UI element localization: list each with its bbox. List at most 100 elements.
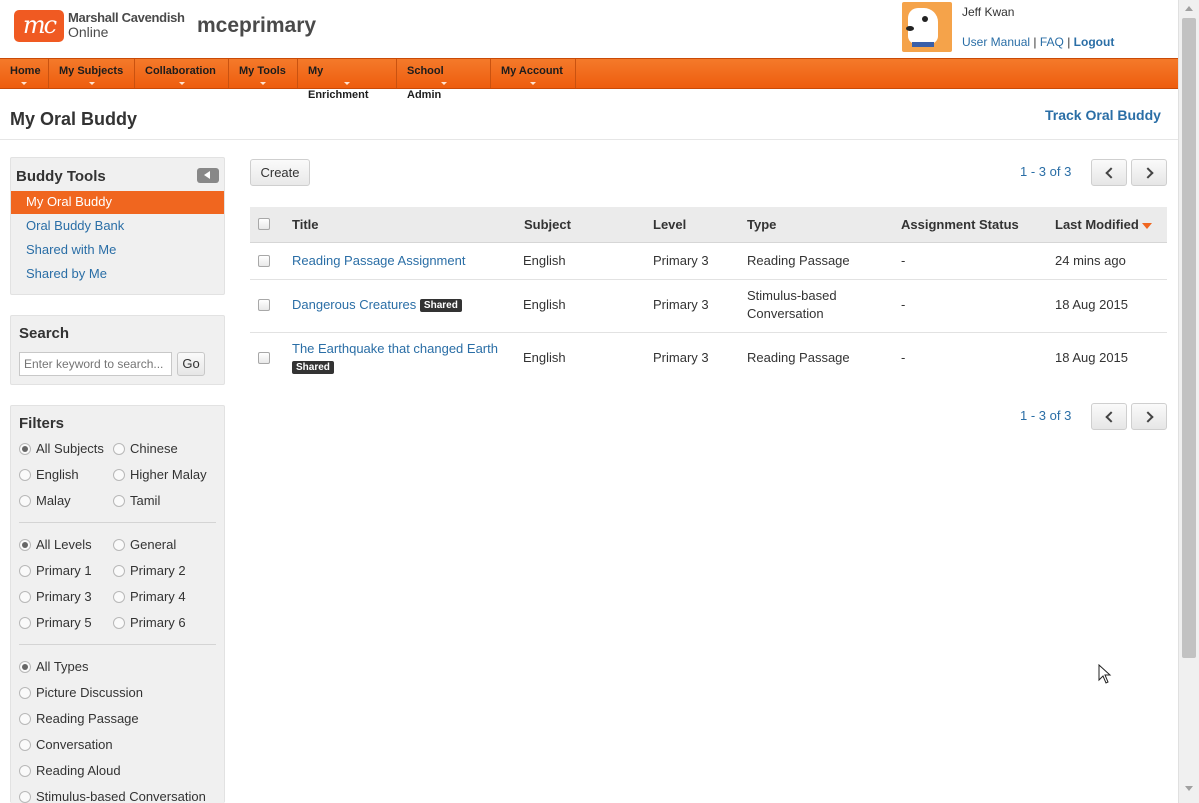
filter-level-primary-4[interactable]: Primary 4 [113, 589, 186, 605]
scroll-down-icon[interactable] [1185, 786, 1193, 791]
filter-subject-malay[interactable]: Malay [19, 493, 71, 509]
row-level: Primary 3 [653, 253, 709, 268]
brand-name[interactable]: Marshall Cavendish Online [68, 11, 185, 40]
row-title-link[interactable]: Dangerous Creatures [292, 297, 416, 312]
nav-collaboration[interactable]: Collaboration [135, 59, 229, 88]
nav-my-tools[interactable]: My Tools [229, 59, 298, 88]
row-subject: English [523, 350, 566, 365]
filter-type-reading-aloud[interactable]: Reading Aloud [19, 763, 121, 779]
prev-page-button-top[interactable] [1091, 159, 1127, 186]
filter-level-primary-1[interactable]: Primary 1 [19, 563, 92, 579]
filter-type-reading-passage[interactable]: Reading Passage [19, 711, 139, 727]
column-assignment-status[interactable]: Assignment Status [901, 217, 1019, 232]
filter-level-general[interactable]: General [113, 537, 176, 553]
sidebar-item-shared-by-me[interactable]: Shared by Me [11, 263, 224, 286]
row-status: - [901, 297, 906, 312]
next-page-button-bottom[interactable] [1131, 403, 1167, 430]
radio-icon [113, 591, 125, 603]
search-input[interactable] [19, 352, 172, 376]
radio-icon [113, 617, 125, 629]
column-title[interactable]: Title [292, 217, 319, 232]
divider [0, 139, 1178, 140]
filter-subject-all[interactable]: All Subjects [19, 441, 104, 457]
sidebar-item-my-oral-buddy[interactable]: My Oral Buddy [11, 191, 224, 214]
filter-label: Higher Malay [130, 467, 207, 482]
select-all-checkbox[interactable] [258, 218, 270, 230]
nav-school-admin[interactable]: School Admin [397, 59, 491, 101]
filter-subject-english[interactable]: English [19, 467, 79, 483]
filter-label: Stimulus-based Conversation [36, 789, 206, 803]
filter-level-primary-5[interactable]: Primary 5 [19, 615, 92, 631]
buddy-tools-panel: Buddy Tools My Oral Buddy Oral Buddy Ban… [10, 157, 225, 295]
page-scrollbar[interactable] [1178, 0, 1199, 803]
row-title-link[interactable]: Reading Passage Assignment [292, 252, 465, 270]
site-name: mceprimary [197, 14, 317, 37]
row-status: - [901, 350, 906, 365]
filter-label: Primary 3 [36, 589, 92, 604]
row-title-link[interactable]: The Earthquake that changed Earth [292, 341, 498, 356]
link-separator: | [1033, 35, 1037, 49]
radio-icon [19, 765, 31, 777]
filter-subject-tamil[interactable]: Tamil [113, 493, 160, 509]
radio-icon [19, 539, 31, 551]
user-avatar[interactable] [902, 2, 952, 52]
column-level[interactable]: Level [653, 217, 686, 232]
pager-count-top: 1 - 3 of 3 [1020, 164, 1072, 179]
filters-panel: Filters All Subjects Chinese English Hig… [10, 405, 225, 803]
dog-eye-icon [922, 16, 928, 22]
filter-level-primary-3[interactable]: Primary 3 [19, 589, 92, 605]
row-type-line: Conversation [747, 306, 824, 321]
filter-level-all[interactable]: All Levels [19, 537, 92, 553]
row-checkbox[interactable] [258, 352, 270, 364]
nav-home[interactable]: Home [0, 59, 49, 88]
filter-level-primary-6[interactable]: Primary 6 [113, 615, 186, 631]
logo-mark: mc [22, 11, 57, 39]
search-panel: Search Go [10, 315, 225, 385]
row-modified: 24 mins ago [1055, 253, 1126, 268]
radio-icon [19, 713, 31, 725]
row-checkbox[interactable] [258, 255, 270, 267]
brand-logo[interactable]: mc [14, 10, 64, 42]
filter-label: Primary 2 [130, 563, 186, 578]
nav-my-enrichment[interactable]: My Enrichment [298, 59, 397, 101]
row-checkbox[interactable] [258, 299, 270, 311]
nav-my-subjects[interactable]: My Subjects [49, 59, 135, 88]
create-button[interactable]: Create [250, 159, 310, 186]
filter-type-all[interactable]: All Types [19, 659, 89, 675]
filter-type-picture-discussion[interactable]: Picture Discussion [19, 685, 143, 701]
filter-subject-higher-malay[interactable]: Higher Malay [113, 467, 207, 483]
scroll-thumb[interactable] [1182, 18, 1196, 658]
divider [19, 644, 216, 645]
filter-subject-chinese[interactable]: Chinese [113, 441, 178, 457]
user-name: Jeff Kwan [962, 5, 1015, 19]
radio-icon [19, 565, 31, 577]
filter-level-primary-2[interactable]: Primary 2 [113, 563, 186, 579]
pager-count-bottom: 1 - 3 of 3 [1020, 408, 1072, 423]
next-page-button-top[interactable] [1131, 159, 1167, 186]
nav-my-account[interactable]: My Account [491, 59, 576, 88]
nav-label: My Enrichment [308, 65, 369, 101]
sidebar-item-shared-with-me[interactable]: Shared with Me [11, 239, 224, 262]
column-type[interactable]: Type [747, 217, 776, 232]
column-subject[interactable]: Subject [524, 217, 571, 232]
filter-type-conversation[interactable]: Conversation [19, 737, 113, 753]
collapse-sidebar-icon[interactable] [197, 168, 219, 183]
sort-desc-icon [1141, 222, 1152, 229]
sidebar-item-oral-buddy-bank[interactable]: Oral Buddy Bank [11, 215, 224, 238]
chevron-right-icon [1142, 411, 1154, 423]
user-manual-link[interactable]: User Manual [962, 35, 1030, 49]
search-go-button[interactable]: Go [177, 352, 205, 376]
prev-page-button-bottom[interactable] [1091, 403, 1127, 430]
radio-icon [19, 739, 31, 751]
chevron-left-icon [1105, 411, 1117, 423]
filter-label: Reading Aloud [36, 763, 121, 778]
row-modified: 18 Aug 2015 [1055, 350, 1129, 365]
table-row: Reading Passage Assignment English Prima… [250, 243, 1167, 280]
faq-link[interactable]: FAQ [1040, 35, 1064, 49]
column-last-modified[interactable]: Last Modified [1055, 217, 1152, 232]
track-oral-buddy-link[interactable]: Track Oral Buddy [1045, 107, 1161, 123]
logout-link[interactable]: Logout [1074, 35, 1115, 49]
scroll-up-icon[interactable] [1185, 6, 1193, 11]
filter-type-stimulus-based-conversation[interactable]: Stimulus-based Conversation [19, 789, 206, 803]
radio-icon [113, 469, 125, 481]
